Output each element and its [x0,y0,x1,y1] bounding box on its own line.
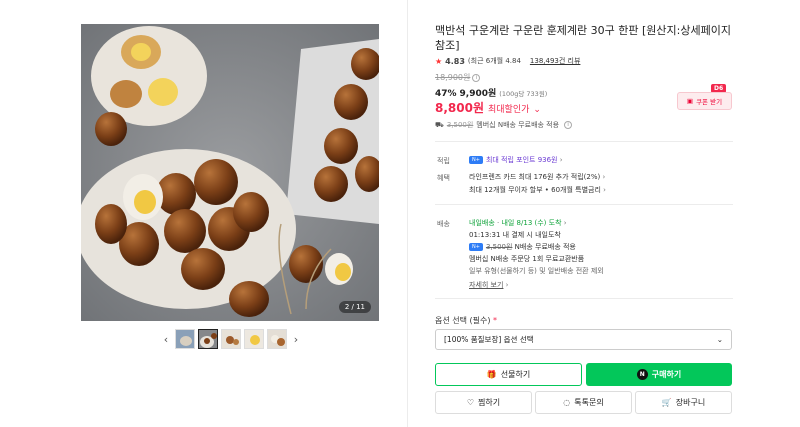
product-main-image[interactable]: 2 / 11 [81,24,379,321]
egg-photo [81,24,379,321]
option-select[interactable]: [100% 품질보장] 옵션 선택 ⌄ [435,329,732,350]
required-mark: * [493,316,498,325]
gift-label: 선물하기 [500,370,531,379]
rating-score: 4.83 [445,56,465,66]
cart-icon: 🛒 [661,398,672,407]
image-counter: 2 / 11 [338,301,371,313]
chevron-down-icon: ⌄ [533,105,541,115]
thumbnail[interactable] [244,329,264,349]
truck-icon: ⛟ [435,120,444,129]
benefit-line-2[interactable]: 최대 12개월 무이자 할부 • 60개월 특별금리 › [469,185,606,195]
chat-icon: ◌ [563,398,571,407]
delivery-more-link[interactable]: 자세히 보기 › [469,280,508,290]
chevron-right-icon: › [603,186,606,194]
thumbnail[interactable] [221,329,241,349]
final-price-row[interactable]: 8,800원 최대할인가 ⌄ [435,99,541,116]
delivery-free-text: N배송 무료배송 적용 [514,243,576,251]
benefit-label: 혜택 [437,174,450,182]
divider [435,204,733,205]
chevron-right-icon: › [559,156,563,164]
talk-button[interactable]: ◌ 톡톡문의 [535,391,632,414]
delivery-date: 내일 8/13 (수) 도착 [501,219,562,227]
discount-rate: 47% [435,89,457,99]
benefit-text-2: 최대 12개월 무이자 할부 • 60개월 특별금리 [469,186,601,194]
gift-icon: 🎁 [486,370,497,379]
info-icon[interactable]: i [564,121,573,129]
delivery-exchange: 멤버십 N배송 주문당 1회 무료교환반품 [469,255,585,263]
chevron-right-icon: › [602,173,606,181]
chevron-right-icon: › [563,219,567,227]
unit-price: (100g당 733원) [499,90,548,98]
delivery-free-row: N+ 3,500원 N배송 무료배송 적용 [469,242,576,252]
delivery-note: 일부 유형(선물하기 등) 및 일반배송 전환 제외 [469,267,604,275]
product-title: 맥반석 구운계란 구운란 훈제계란 30구 한판 [원산지:상세페이지 참조] [435,24,731,52]
panel-divider [407,0,408,427]
option-select-value: [100% 품질보장] 옵션 선택 [444,335,534,344]
benefit-line-1[interactable]: 라인프렌즈 카드 최대 176원 추가 적립(2%) › [469,172,605,182]
star-icon: ★ [435,56,443,66]
divider [435,298,733,299]
option-label-row: 옵션 선택 (필수) * [435,315,497,326]
points-row[interactable]: N+ 최대 적립 포인트 936원 › [469,155,563,165]
benefit-text-1: 라인프렌즈 카드 최대 176원 추가 적립(2%) [469,173,601,181]
cart-button[interactable]: 🛒 장바구니 [635,391,732,414]
delivery-old-fee: 3,500원 [485,243,513,251]
points-label: 적립 [437,157,450,165]
wish-label: 찜하기 [478,398,501,407]
discount-row: 47% 9,900원 (100g당 733원) [435,86,547,99]
rating-row: ★ 4.83 (최근 6개월 4.84 138,493건 리뷰 [435,56,580,66]
thumbnail-strip: ‹ › [160,328,302,350]
gift-button[interactable]: 🎁 선물하기 [435,363,582,386]
npay-badge-icon: N+ [469,156,483,164]
chevron-left-icon[interactable]: ‹ [160,333,172,346]
delivery-date-row[interactable]: 내일배송 · 내일 8/13 (수) 도착 › [469,218,567,228]
coupon-label: 쿠폰 받기 [696,98,723,106]
thumbnail-active[interactable] [198,329,218,349]
original-price: 18,900원 [435,73,471,82]
naverpay-icon: N [636,369,648,380]
cart-label: 장바구니 [675,398,706,407]
heart-icon: ♡ [466,398,475,407]
final-price-label: 최대할인가 [488,105,530,115]
option-label: 옵션 선택 (필수) [435,316,491,325]
buy-button[interactable]: N 구매하기 [586,363,732,386]
delivery-badge: 내일배송 [469,219,495,227]
rating-recent: (최근 6개월 4.84 [467,57,521,65]
chevron-right-icon: › [505,281,509,289]
buy-label: 구매하기 [651,370,682,379]
talk-label: 톡톡문의 [574,398,604,407]
coupon-button[interactable]: ▣ 쿠폰 받기 [677,92,732,110]
original-price-row: 18,900원 i [435,72,481,83]
delivery-countdown: 01:13:31 내 결제 시 내일도착 [469,231,561,239]
delivery-more-text: 자세히 보기 [469,281,504,289]
review-count-link[interactable]: 138,493건 리뷰 [530,56,581,66]
shipping-text: 멤버십 N배송 무료배송 적용 [476,121,560,129]
chevron-right-icon[interactable]: › [290,333,302,346]
points-text: 최대 적립 포인트 936원 [485,156,558,164]
thumbnail[interactable] [175,329,195,349]
coupon-icon: ▣ [686,97,694,105]
wish-button[interactable]: ♡ 찜하기 [435,391,532,414]
delivery-label: 배송 [437,220,450,228]
sale-price: 9,900원 [459,89,497,99]
npay-badge-icon: N+ [469,243,483,251]
final-price: 8,800원 [435,101,484,115]
thumbnail[interactable] [267,329,287,349]
shipping-line: ⛟ 3,500원 멤버십 N배송 무료배송 적용 i [435,120,573,130]
divider [435,141,733,142]
info-icon[interactable]: i [472,73,481,82]
chevron-down-icon: ⌄ [716,335,723,344]
shipping-old-fee: 3,500원 [446,121,474,129]
